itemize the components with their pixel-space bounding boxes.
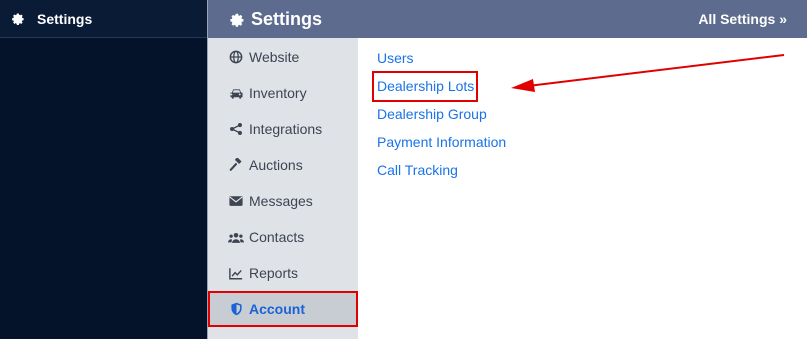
annotation-arrow xyxy=(511,54,785,92)
